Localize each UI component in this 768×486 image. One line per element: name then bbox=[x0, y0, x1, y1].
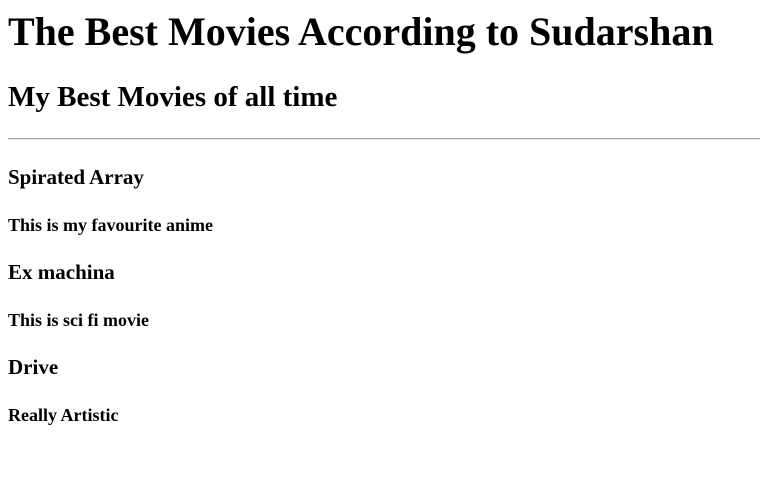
divider bbox=[8, 138, 760, 140]
movie-description: Really Artistic bbox=[8, 405, 119, 425]
movie-entry: Drive Really Artistic bbox=[8, 353, 760, 427]
movie-title: Ex machina bbox=[8, 260, 115, 284]
movie-description: This is my favourite anime bbox=[8, 215, 213, 235]
page-subtitle: My Best Movies of all time bbox=[8, 81, 338, 113]
page-title: The Best Movies According to Sudarshan bbox=[8, 9, 714, 54]
movie-title: Spirated Array bbox=[8, 165, 144, 189]
movie-description: This is sci fi movie bbox=[8, 310, 150, 330]
page-content: The Best Movies According to Sudarshan M… bbox=[0, 9, 768, 427]
movie-entry: Ex machina This is sci fi movie bbox=[8, 258, 760, 332]
movie-title: Drive bbox=[8, 355, 59, 379]
movie-entry: Spirated Array This is my favourite anim… bbox=[8, 163, 760, 237]
